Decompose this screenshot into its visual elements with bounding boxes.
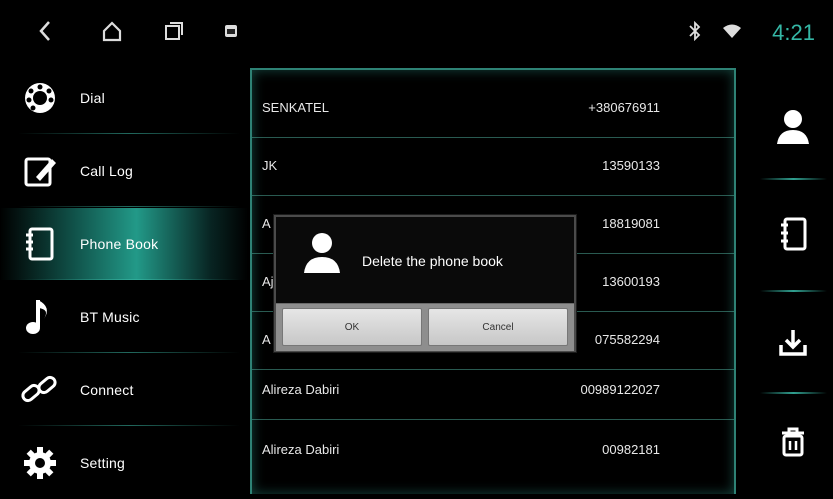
contact-number: 13600193 <box>602 274 660 289</box>
dial-icon <box>20 78 60 118</box>
sidebar: Dial Call Log Phone Book BT Music Connec… <box>0 62 248 495</box>
contact-name: Alireza Dabiri <box>262 442 340 457</box>
sidebar-item-bt-music[interactable]: BT Music <box>0 281 248 353</box>
status-bar: 4:21 <box>0 0 833 62</box>
sidebar-item-connect[interactable]: Connect <box>0 354 248 426</box>
back-icon[interactable] <box>28 14 62 48</box>
sidebar-item-call-log[interactable]: Call Log <box>0 135 248 207</box>
delete-confirm-dialog: Delete the phone book OK Cancel <box>274 215 576 352</box>
list-item[interactable]: JK 13590133 <box>252 138 734 196</box>
music-note-icon <box>20 297 60 337</box>
sidebar-item-label: Call Log <box>80 163 133 179</box>
list-item[interactable]: SENKATEL +380676911 <box>252 80 734 138</box>
gear-icon <box>20 443 60 483</box>
sidebar-item-label: Setting <box>80 455 125 471</box>
contacts-button[interactable] <box>752 92 833 164</box>
sidebar-item-label: Dial <box>80 90 105 106</box>
download-button[interactable] <box>752 308 833 380</box>
contact-icon <box>773 106 813 151</box>
list-item[interactable]: Alireza Dabiri 00982181 <box>252 422 734 480</box>
contact-name: A <box>262 216 271 231</box>
clock: 4:21 <box>772 20 815 45</box>
contact-name: Alireza Dabiri <box>262 382 340 397</box>
list-item[interactable]: Alireza Dabiri 00989122027 <box>252 362 734 420</box>
contact-number: 18819081 <box>602 216 660 231</box>
dialog-message: Delete the phone book <box>362 253 503 269</box>
home-icon[interactable] <box>95 14 129 48</box>
sidebar-item-label: BT Music <box>80 309 140 325</box>
phone-book-icon <box>20 224 60 264</box>
contact-name: Aj <box>262 274 274 289</box>
delete-button[interactable] <box>752 408 833 480</box>
notification-icon <box>214 14 248 48</box>
contact-number: 13590133 <box>602 158 660 173</box>
car-head-unit-screen: 4:21 Dial Call Log Phone Book BT Music C… <box>0 0 833 495</box>
contact-name: A <box>262 332 271 347</box>
sidebar-item-phone-book[interactable]: Phone Book <box>0 208 248 280</box>
ok-button[interactable]: OK <box>282 308 422 346</box>
contact-icon <box>300 229 344 279</box>
contact-number: +380676911 <box>588 100 660 115</box>
phone-book-button[interactable] <box>752 200 833 272</box>
call-log-icon <box>20 151 60 191</box>
sidebar-item-label: Phone Book <box>80 236 159 252</box>
sidebar-item-setting[interactable]: Setting <box>0 427 248 499</box>
contact-name: JK <box>262 158 278 173</box>
bluetooth-icon <box>684 20 706 42</box>
wifi-icon <box>721 20 743 42</box>
contact-number: 00989122027 <box>580 382 660 397</box>
download-icon <box>778 327 808 362</box>
action-bar <box>752 62 833 495</box>
contact-name: SENKATEL <box>262 100 329 115</box>
sidebar-item-dial[interactable]: Dial <box>0 62 248 134</box>
recent-apps-icon[interactable] <box>157 14 191 48</box>
trash-icon <box>780 427 806 462</box>
phone-book-icon <box>778 217 808 256</box>
cancel-button[interactable]: Cancel <box>428 308 568 346</box>
dialog-button-bar: OK Cancel <box>276 303 574 351</box>
contact-number: 075582294 <box>594 332 660 347</box>
link-icon <box>20 370 60 410</box>
sidebar-item-label: Connect <box>80 382 134 398</box>
contact-number: 00982181 <box>602 442 660 457</box>
